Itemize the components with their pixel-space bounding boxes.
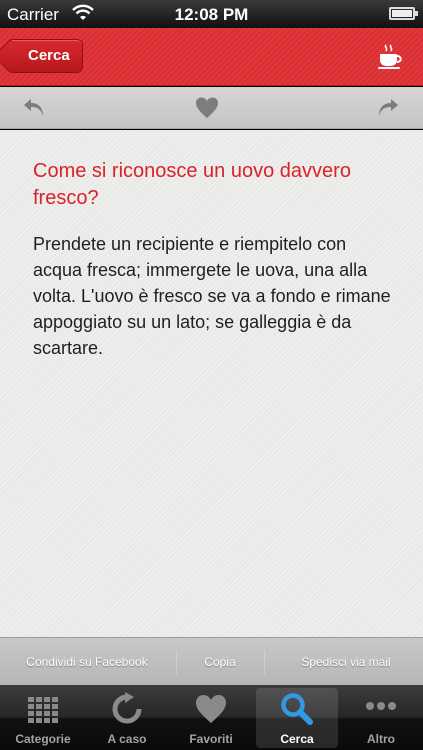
divider xyxy=(264,650,265,674)
answer-text: Prendete un recipiente e riempitelo con … xyxy=(33,234,391,358)
share-facebook-button[interactable]: Condividi su Facebook xyxy=(8,638,166,686)
refresh-icon xyxy=(112,692,142,724)
question-title: Come si riconosce un uovo davvero fresco… xyxy=(33,160,351,209)
back-button-label: Cerca xyxy=(28,47,70,64)
send-mail-button[interactable]: Spedisci via mail xyxy=(276,638,416,686)
tab-altro[interactable]: Altro xyxy=(340,688,422,748)
tab-label: Favoriti xyxy=(189,732,233,746)
tab-label: Cerca xyxy=(280,732,314,746)
grid-icon xyxy=(28,697,58,723)
heart-icon xyxy=(196,695,226,723)
toolbar xyxy=(0,87,423,129)
tab-cerca[interactable]: Cerca xyxy=(256,688,338,748)
share-bar: Condividi su Facebook Copia Spedisci via… xyxy=(0,637,423,685)
content-area: Come si riconosce un uovo davvero fresco… xyxy=(0,130,423,637)
redo-arrow-icon[interactable] xyxy=(375,95,401,121)
app-screen: Carrier 12:08 PM Cerca Come si riconosce… xyxy=(0,0,423,750)
tab-favoriti[interactable]: Favoriti xyxy=(170,688,252,748)
search-icon xyxy=(281,693,313,725)
tab-label: A caso xyxy=(107,732,147,746)
heart-icon[interactable] xyxy=(194,95,220,121)
tab-bar: Categorie A caso Favoriti Cerca Altro xyxy=(0,685,423,750)
more-icon xyxy=(366,702,396,710)
tab-label: Categorie xyxy=(15,732,71,746)
coffee-cup-icon[interactable] xyxy=(375,42,405,72)
tab-categorie[interactable]: Categorie xyxy=(2,688,84,748)
copy-button[interactable]: Copia xyxy=(176,638,264,686)
clock: 12:08 PM xyxy=(174,5,249,24)
tab-a-caso[interactable]: A caso xyxy=(86,688,168,748)
status-bar: Carrier 12:08 PM xyxy=(0,0,423,28)
battery-icon xyxy=(389,7,418,20)
undo-arrow-icon[interactable] xyxy=(21,95,47,121)
navigation-header: Cerca xyxy=(0,28,423,86)
back-button[interactable]: Cerca xyxy=(7,39,83,73)
tab-label: Altro xyxy=(367,732,395,746)
